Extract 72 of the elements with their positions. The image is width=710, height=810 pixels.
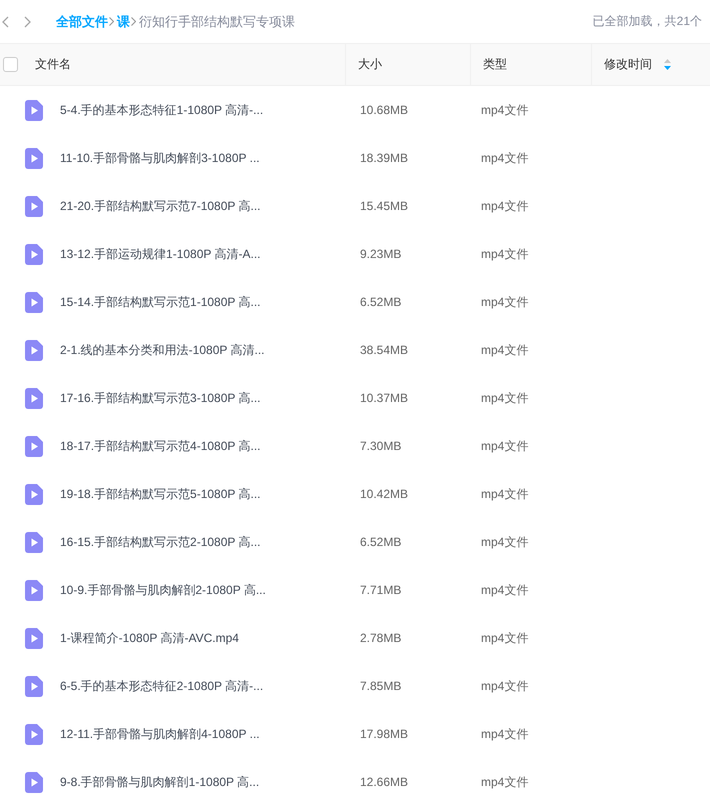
column-header[interactable]: 类型: [483, 56, 507, 73]
file-size: 2.78MB: [359, 631, 402, 645]
video-file-icon: [25, 148, 43, 168]
file-name[interactable]: 5-4.手的基本形态特征1-1080P 高清-...: [60, 102, 264, 118]
file-type: mp4文件: [480, 774, 530, 790]
chevron-icon: [109, 17, 114, 26]
video-file-icon: [25, 340, 43, 360]
video-file-icon: [25, 196, 43, 216]
column-header[interactable]: 大小: [358, 56, 382, 73]
file-type: mp4文件: [480, 486, 530, 502]
video-file-icon: [25, 484, 43, 504]
video-file-icon: [25, 676, 43, 696]
file-name[interactable]: 12-11.手部骨骼与肌肉解剖4-1080P ...: [60, 726, 260, 742]
file-size: 10.37MB: [359, 391, 410, 405]
forward-icon[interactable]: [24, 16, 32, 28]
video-file-icon: [25, 100, 43, 120]
file-size: 18.39MB: [359, 151, 410, 165]
file-type: mp4文件: [480, 582, 530, 598]
file-type: mp4文件: [480, 294, 530, 310]
file-name[interactable]: 1-课程简介-1080P 高清-AVC.mp4: [60, 630, 239, 646]
file-size: 10.42MB: [359, 487, 410, 501]
file-size: 7.71MB: [359, 583, 402, 597]
file-name[interactable]: 21-20.手部结构默写示范7-1080P 高...: [60, 198, 261, 214]
file-type: mp4文件: [480, 726, 530, 742]
column-header[interactable]: 修改时间: [604, 56, 652, 73]
file-type: mp4文件: [480, 438, 530, 454]
file-type: mp4文件: [480, 246, 530, 262]
file-size: 6.52MB: [359, 295, 402, 309]
video-file-icon: [25, 436, 43, 456]
file-size: 12.66MB: [359, 775, 410, 789]
file-name[interactable]: 2-1.线的基本分类和用法-1080P 高清...: [60, 342, 264, 358]
video-file-icon: [25, 244, 43, 264]
file-name[interactable]: 10-9.手部骨骼与肌肉解剖2-1080P 高...: [60, 582, 266, 598]
file-size: 7.85MB: [359, 679, 402, 693]
file-name[interactable]: 15-14.手部结构默写示范1-1080P 高...: [60, 294, 261, 310]
back-icon[interactable]: [1, 16, 9, 28]
chevron-icon: [131, 17, 136, 26]
video-file-icon: [25, 772, 43, 792]
video-file-icon: [25, 388, 43, 408]
file-type: mp4文件: [480, 390, 530, 406]
file-name[interactable]: 13-12.手部运动规律1-1080P 高清-A...: [60, 246, 261, 262]
file-name[interactable]: 6-5.手的基本形态特征2-1080P 高清-...: [60, 678, 264, 694]
video-file-icon: [25, 292, 43, 312]
file-size: 7.30MB: [359, 439, 402, 453]
video-file-icon: [25, 628, 43, 648]
load-status: 已全部加载，共21个: [592, 13, 702, 30]
file-size: 15.45MB: [359, 199, 410, 213]
file-type: mp4文件: [480, 102, 530, 118]
file-type: mp4文件: [480, 678, 530, 694]
file-size: 38.54MB: [359, 343, 410, 357]
video-file-icon: [25, 580, 43, 600]
file-name[interactable]: 16-15.手部结构默写示范2-1080P 高...: [60, 534, 261, 550]
file-type: mp4文件: [480, 342, 530, 358]
video-file-icon: [25, 532, 43, 552]
sort-icon[interactable]: [664, 59, 671, 70]
file-name[interactable]: 18-17.手部结构默写示范4-1080P 高...: [60, 438, 261, 454]
file-size: 10.68MB: [359, 103, 410, 117]
column-header[interactable]: 文件名: [35, 56, 71, 73]
breadcrumb-current: 衍知行手部结构默写专项课: [139, 12, 295, 30]
file-name[interactable]: 11-10.手部骨骼与肌肉解剖3-1080P ...: [60, 150, 260, 166]
file-size: 9.23MB: [359, 247, 402, 261]
file-type: mp4文件: [480, 630, 530, 646]
select-all-checkbox[interactable]: [3, 57, 18, 72]
file-name[interactable]: 9-8.手部骨骼与肌肉解剖1-1080P 高...: [60, 774, 260, 790]
video-file-icon: [25, 724, 43, 744]
file-size: 6.52MB: [359, 535, 402, 549]
file-type: mp4文件: [480, 198, 530, 214]
file-type: mp4文件: [480, 150, 530, 166]
file-size: 17.98MB: [359, 727, 410, 741]
file-type: mp4文件: [480, 534, 530, 550]
file-name[interactable]: 17-16.手部结构默写示范3-1080P 高...: [60, 390, 261, 406]
file-name[interactable]: 19-18.手部结构默写示范5-1080P 高...: [60, 486, 261, 502]
